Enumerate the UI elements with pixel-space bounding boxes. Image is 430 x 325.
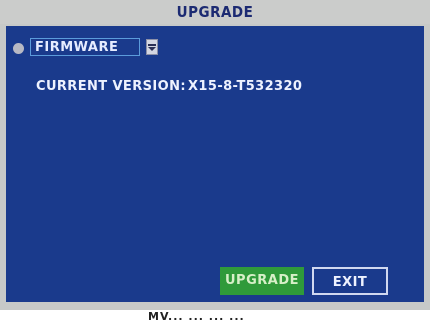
window-title: UPGRADE [0, 0, 430, 24]
radio-dot-icon[interactable] [13, 43, 24, 54]
current-version-label: CURRENT VERSION: [36, 79, 186, 94]
chevron-down-icon[interactable] [146, 39, 158, 55]
exit-button[interactable]: EXIT [312, 267, 388, 295]
firmware-source-select[interactable]: FIRMWARE [30, 38, 158, 58]
select-value[interactable]: FIRMWARE [30, 38, 140, 56]
current-version-value: X15-8-T532320 [188, 79, 303, 94]
current-version-row: CURRENT VERSION: X15-8-T532320 [36, 79, 302, 94]
upgrade-screen: UPGRADE FIRMWARE CURRENT VERSION: X15-8-T… [0, 0, 430, 310]
upgrade-panel [6, 26, 424, 302]
upgrade-button[interactable]: UPGRADE [220, 267, 304, 295]
watermark-text: MV... ... ... ... [148, 310, 245, 323]
